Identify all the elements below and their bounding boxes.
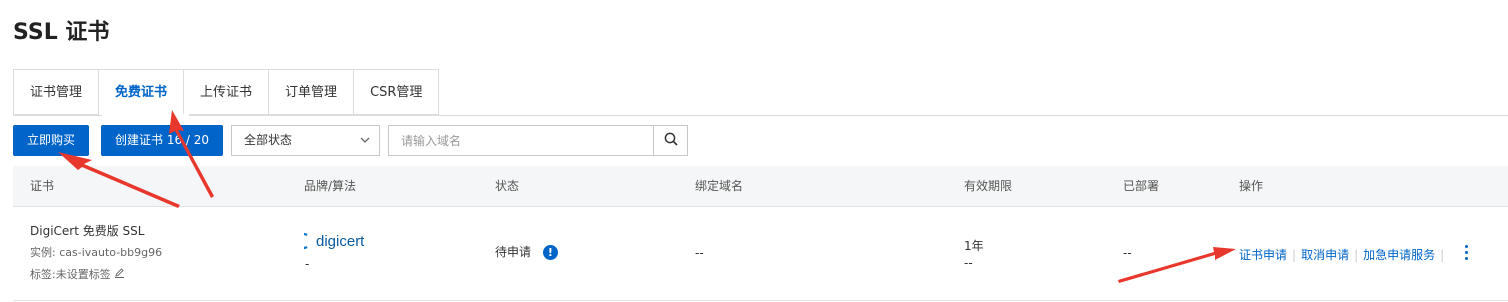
cert-tags: 标签:未设置标签 <box>30 266 125 282</box>
search-button[interactable] <box>653 126 687 155</box>
tab-upload-cert[interactable]: 上传证书 <box>183 69 269 115</box>
table-row: DigiCert 免费版 SSL 实例: cas-ivauto-bb9g96 标… <box>13 207 1508 301</box>
tab-free-certs[interactable]: 免费证书 <box>98 69 184 117</box>
validity-period: 1年 <box>964 239 984 253</box>
col-deployed: 已部署 <box>1123 179 1160 193</box>
create-cert-button[interactable]: 创建证书 16 / 20 <box>101 125 224 156</box>
tab-bar: 证书管理 免费证书 上传证书 订单管理 CSR管理 <box>13 69 440 117</box>
apply-cert-link[interactable]: 证书申请 <box>1239 248 1287 262</box>
expedite-apply-link[interactable]: 加急申请服务 <box>1363 248 1435 262</box>
buy-now-button[interactable]: 立即购买 <box>13 125 90 156</box>
col-validity: 有效期限 <box>964 179 1013 193</box>
tab-csr-management[interactable]: CSR管理 <box>353 69 440 115</box>
chevron-down-icon <box>359 126 371 166</box>
col-status: 状态 <box>495 179 520 193</box>
tab-cert-management[interactable]: 证书管理 <box>13 69 99 115</box>
edit-icon[interactable] <box>114 268 125 281</box>
tab-order-management[interactable]: 订单管理 <box>268 69 354 115</box>
domain-search-input[interactable] <box>389 126 653 155</box>
col-cert: 证书 <box>30 179 55 193</box>
row-actions: 证书申请 | 取消申请 | 加急申请服务 | <box>1239 248 1445 262</box>
col-domain: 绑定域名 <box>695 179 744 193</box>
table-header: 证书 品牌/算法 状态 绑定域名 有效期限 已部署 操作 <box>13 166 1508 207</box>
search-icon <box>664 131 678 150</box>
brand-sub: - <box>305 257 310 271</box>
more-actions-icon[interactable] <box>1465 245 1469 263</box>
cert-name: DigiCert 免费版 SSL <box>30 224 145 238</box>
svg-text:digicert: digicert <box>316 233 365 250</box>
domain-search <box>388 125 688 156</box>
tab-divider <box>13 115 1508 116</box>
info-icon[interactable]: ! <box>542 245 558 260</box>
cert-instance: 实例: cas-ivauto-bb9g96 <box>30 246 163 259</box>
bound-domain: -- <box>695 246 704 260</box>
status-text: 待申请 <box>495 245 532 259</box>
digicert-logo: digicert <box>295 231 386 254</box>
col-brand: 品牌/算法 <box>304 179 357 193</box>
status-filter-select[interactable]: 全部状态 <box>231 125 380 156</box>
status-filter-value: 全部状态 <box>244 133 293 147</box>
page-title: SSL 证书 <box>13 20 110 45</box>
status-cell: 待申请 ! <box>495 243 558 260</box>
deployed-value: -- <box>1123 246 1132 260</box>
cancel-apply-link[interactable]: 取消申请 <box>1301 248 1349 262</box>
col-actions: 操作 <box>1239 179 1264 193</box>
validity-sub: -- <box>964 256 973 270</box>
cert-tags-label: 标签:未设置标签 <box>30 268 111 281</box>
